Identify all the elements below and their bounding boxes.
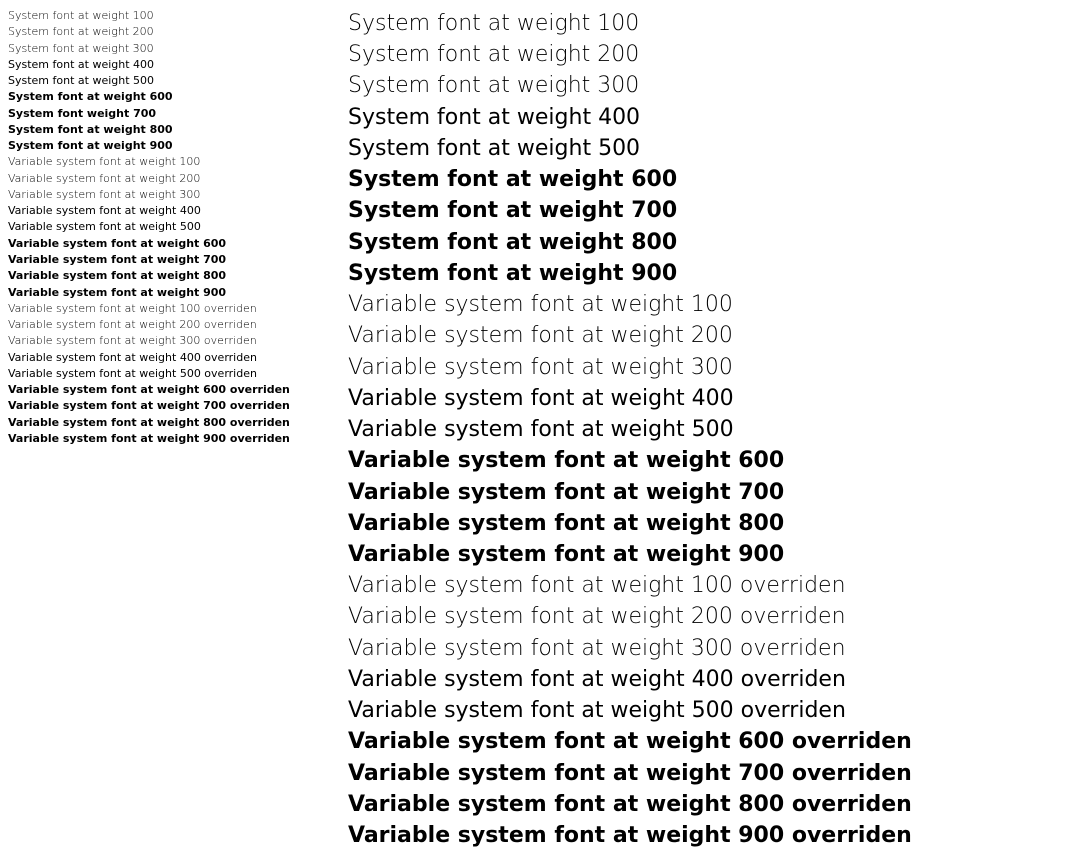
font-item: Variable system font at weight 100 overr… — [8, 301, 328, 317]
font-item: Variable system font at weight 700 overr… — [348, 758, 1058, 789]
font-item: Variable system font at weight 200 — [348, 320, 1058, 351]
font-item: Variable system font at weight 900 overr… — [348, 820, 1058, 851]
font-item: Variable system font at weight 600 — [348, 445, 1058, 476]
font-item: Variable system font at weight 200 overr… — [8, 317, 328, 333]
font-item: System font at weight 400 — [348, 102, 1058, 133]
font-item: System font at weight 600 — [8, 89, 328, 105]
font-item: System font at weight 300 — [8, 41, 328, 57]
font-item: Variable system font at weight 200 overr… — [348, 601, 1058, 632]
font-item: Variable system font at weight 200 — [8, 171, 328, 187]
main-layout: System font at weight 100System font at … — [8, 8, 1058, 851]
font-item: Variable system font at weight 400 overr… — [8, 350, 328, 366]
font-item: Variable system font at weight 300 — [8, 187, 328, 203]
font-item: System font at weight 800 — [8, 122, 328, 138]
font-item: Variable system font at weight 900 — [348, 539, 1058, 570]
font-item: System font at weight 400 — [8, 57, 328, 73]
left-column: System font at weight 100System font at … — [8, 8, 328, 851]
font-item: Variable system font at weight 600 overr… — [8, 382, 328, 398]
font-item: Variable system font at weight 400 — [348, 383, 1058, 414]
font-item: System font weight 700 — [8, 106, 328, 122]
font-item: Variable system font at weight 600 overr… — [348, 726, 1058, 757]
font-item: Variable system font at weight 700 — [8, 252, 328, 268]
font-item: Variable system font at weight 100 — [348, 289, 1058, 320]
font-item: System font at weight 500 — [8, 73, 328, 89]
font-item: Variable system font at weight 800 overr… — [8, 415, 328, 431]
font-item: System font at weight 100 — [8, 8, 328, 24]
font-item: Variable system font at weight 300 overr… — [8, 333, 328, 349]
font-item: Variable system font at weight 300 overr… — [348, 633, 1058, 664]
font-item: Variable system font at weight 500 — [348, 414, 1058, 445]
font-item: Variable system font at weight 500 — [8, 219, 328, 235]
font-item: Variable system font at weight 800 — [348, 508, 1058, 539]
font-item: Variable system font at weight 700 overr… — [8, 398, 328, 414]
font-item: Variable system font at weight 700 — [348, 477, 1058, 508]
font-item: Variable system font at weight 900 overr… — [8, 431, 328, 447]
font-item: Variable system font at weight 500 overr… — [8, 366, 328, 382]
font-item: System font at weight 200 — [8, 24, 328, 40]
font-item: System font at weight 200 — [348, 39, 1058, 70]
font-item: System font at weight 700 — [348, 195, 1058, 226]
font-item: Variable system font at weight 600 — [8, 236, 328, 252]
font-item: System font at weight 900 — [8, 138, 328, 154]
font-item: Variable system font at weight 400 — [8, 203, 328, 219]
font-item: System font at weight 800 — [348, 227, 1058, 258]
right-column: System font at weight 100System font at … — [328, 8, 1058, 851]
font-item: System font at weight 600 — [348, 164, 1058, 195]
font-item: Variable system font at weight 300 — [348, 352, 1058, 383]
font-item: Variable system font at weight 100 overr… — [348, 570, 1058, 601]
font-item: Variable system font at weight 100 — [8, 154, 328, 170]
font-item: System font at weight 900 — [348, 258, 1058, 289]
font-item: Variable system font at weight 800 — [8, 268, 328, 284]
font-item: Variable system font at weight 800 overr… — [348, 789, 1058, 820]
font-item: Variable system font at weight 900 — [8, 285, 328, 301]
font-item: System font at weight 100 — [348, 8, 1058, 39]
font-item: Variable system font at weight 500 overr… — [348, 695, 1058, 726]
font-item: System font at weight 300 — [348, 70, 1058, 101]
font-item: Variable system font at weight 400 overr… — [348, 664, 1058, 695]
font-item: System font at weight 500 — [348, 133, 1058, 164]
